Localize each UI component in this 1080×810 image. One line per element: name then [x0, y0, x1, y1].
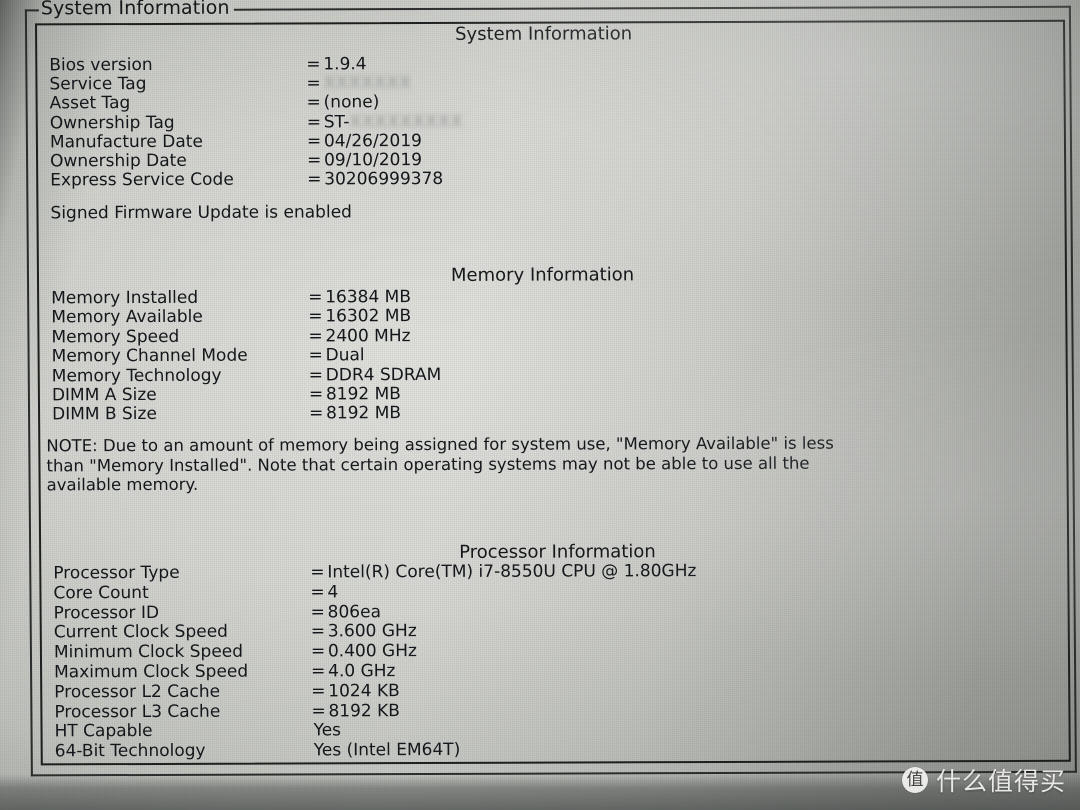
info-row-equals: =	[308, 345, 323, 366]
info-row-label: HT Capable	[54, 721, 153, 742]
info-row-label: Memory Available	[51, 307, 203, 328]
info-row-equals: =	[311, 681, 326, 702]
info-row-label: Ownership Date	[49, 150, 187, 172]
memory-note: NOTE: Due to an amount of memory being a…	[46, 433, 986, 495]
info-row-value: Intel(R) Core(TM) i7-8550U CPU @ 1.80GHz	[327, 561, 697, 583]
info-row-value: 1.9.4	[323, 54, 367, 75]
bios-screen-photo: System Information System Information Bio…	[0, 0, 1080, 810]
info-row-equals: =	[306, 150, 322, 171]
info-row-label: Processor ID	[53, 602, 160, 623]
info-row-label: Bios version	[49, 54, 153, 76]
info-row-equals: =	[310, 582, 325, 603]
info-row-value: Yes	[313, 720, 342, 741]
panel-content: System Information Bios version = 1.9.4 Serv…	[37, 22, 1069, 764]
groupbox-top-border-left	[24, 9, 39, 12]
info-row-label: Core Count	[53, 582, 149, 604]
info-row-equals: =	[307, 169, 322, 190]
info-row-value-partially-redacted: ST-XXXXXXXXX	[323, 111, 464, 132]
info-row-value: 2400 MHz	[325, 325, 411, 347]
info-row-label: Memory Technology	[51, 365, 222, 386]
groupbox-title: System Information	[40, 0, 230, 20]
info-row-label: Processor L3 Cache	[54, 701, 221, 722]
info-row-equals: =	[310, 562, 325, 583]
info-row: DIMM B Size = 8192 MB	[52, 401, 1052, 424]
smzdm-logo-icon: 值	[901, 767, 928, 793]
info-row-label: Maximum Clock Speed	[54, 661, 249, 683]
info-row-equals: =	[306, 73, 321, 94]
info-row-value: 8192 MB	[325, 384, 401, 405]
info-row-label: Service Tag	[49, 74, 147, 95]
info-row-equals: =	[306, 54, 321, 75]
system-information-panel: System Information Bios version = 1.9.4 Serv…	[34, 19, 1071, 766]
smzdm-watermark: 值 什么值得买	[901, 762, 1066, 798]
info-row-label: Memory Installed	[51, 287, 199, 309]
section-title-system: System Information	[455, 23, 633, 45]
info-row-value: 30206999378	[324, 169, 444, 190]
info-row-value: 8192 MB	[325, 403, 402, 424]
info-row-value: 04/26/2019	[323, 130, 422, 152]
info-row-value: 0.400 GHz	[327, 641, 417, 662]
info-row-equals: =	[308, 287, 323, 308]
info-row-label: Minimum Clock Speed	[53, 641, 244, 663]
info-row-label: Processor L2 Cache	[54, 681, 221, 703]
info-row-label: DIMM B Size	[51, 404, 157, 425]
info-row-value: 4.0 GHz	[328, 661, 396, 682]
info-row-label: Current Clock Speed	[53, 622, 228, 643]
info-row-equals: =	[308, 364, 324, 386]
info-row-value: DDR4 SDRAM	[325, 364, 442, 385]
info-row-value: 16302 MB	[325, 306, 412, 327]
info-row-equals: =	[306, 92, 321, 113]
info-row-value: 16384 MB	[325, 287, 412, 308]
info-row-label: DIMM A Size	[51, 384, 157, 406]
signed-firmware-statement: Signed Firmware Update is enabled	[50, 202, 352, 224]
info-row-equals: =	[310, 601, 325, 623]
info-row-label: Memory Speed	[51, 326, 180, 348]
info-row-equals: =	[310, 621, 326, 642]
info-row-label: Ownership Tag	[49, 112, 175, 133]
info-row-equals: =	[308, 403, 324, 424]
info-row-value: 3.600 GHz	[327, 621, 417, 642]
info-row-label: Memory Channel Mode	[51, 345, 248, 367]
info-row-equals: =	[308, 306, 323, 327]
smzdm-watermark-text: 什么值得买	[935, 767, 1066, 796]
info-row-value: Yes (Intel EM64T)	[313, 740, 461, 761]
memory-note-line: available memory.	[46, 474, 199, 495]
info-row-label: Manufacture Date	[49, 131, 203, 153]
info-row-value: Dual	[325, 345, 365, 366]
info-row-value: 1024 KB	[328, 680, 400, 702]
info-row-equals: =	[310, 641, 326, 662]
info-row-value: 4	[327, 582, 339, 603]
info-row-label: Express Service Code	[50, 169, 234, 191]
info-row-equals: =	[308, 384, 324, 405]
info-row-value: (none)	[323, 92, 380, 113]
info-row: 64-Bit Technology Yes (Intel EM64T)	[55, 738, 1055, 761]
info-row-value: 09/10/2019	[323, 150, 423, 171]
info-row-value: 8192 KB	[328, 700, 400, 721]
info-row-equals: =	[308, 326, 323, 347]
info-row: Express Service Code = 30206999378	[50, 167, 1050, 190]
info-row-equals: =	[311, 700, 326, 722]
info-row-equals: =	[306, 131, 322, 152]
section-title-processor: Processor Information	[459, 541, 656, 563]
info-row-equals: =	[311, 661, 326, 682]
info-row-equals: =	[306, 111, 322, 133]
info-row-value: 806ea	[327, 601, 382, 622]
info-row-label: Asset Tag	[49, 93, 131, 114]
info-row-label: Processor Type	[53, 562, 180, 584]
section-title-memory: Memory Information	[450, 264, 635, 286]
info-row-value-redacted: XXXXXXX	[323, 73, 413, 94]
info-row-label: 64-Bit Technology	[54, 740, 206, 762]
